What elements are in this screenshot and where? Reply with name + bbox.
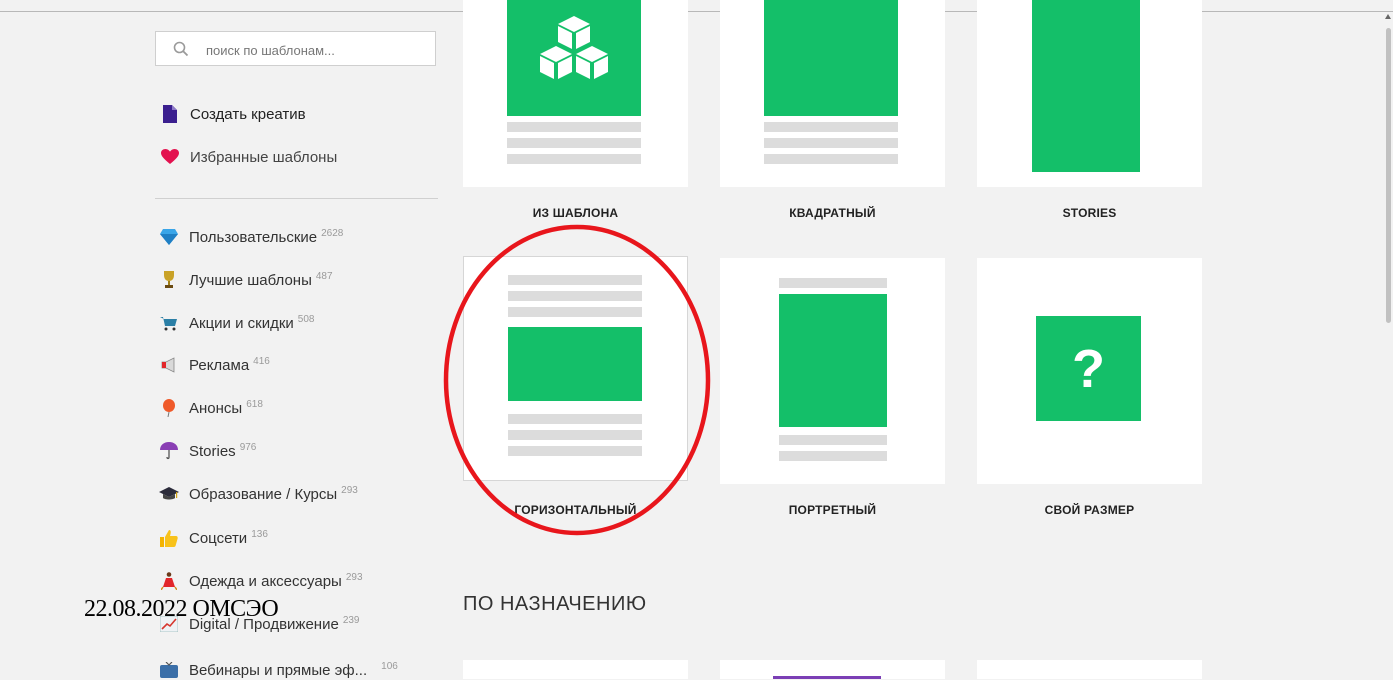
balloon-icon	[158, 398, 180, 418]
card-preview-block	[764, 0, 898, 116]
favorite-templates-link[interactable]: Избранные шаблоны	[160, 147, 337, 167]
tv-icon	[158, 660, 180, 680]
format-label-custom-size[interactable]: СВОЙ РАЗМЕР	[977, 503, 1202, 517]
megaphone-icon	[158, 355, 180, 375]
umbrella-icon	[158, 441, 180, 461]
category-ads[interactable]: Реклама 416	[158, 355, 270, 375]
card-text-line	[507, 122, 641, 132]
category-sales[interactable]: Акции и скидки 508	[158, 313, 314, 333]
format-card-portrait[interactable]	[720, 258, 945, 484]
card-text-line	[764, 154, 898, 164]
purpose-card[interactable]	[720, 660, 945, 679]
create-creative-label: Создать креатив	[190, 105, 306, 123]
thumbs-up-icon	[158, 528, 180, 548]
category-announcements[interactable]: Анонсы 618	[158, 398, 263, 418]
card-text-line	[507, 138, 641, 148]
highlight-ellipse	[443, 224, 711, 536]
card-text-line	[779, 451, 887, 461]
format-label-portrait[interactable]: ПОРТРЕТНЫЙ	[720, 503, 945, 517]
cart-icon	[158, 313, 180, 333]
purpose-card[interactable]	[977, 660, 1202, 679]
search-icon	[173, 41, 189, 57]
category-stories[interactable]: Stories 976	[158, 441, 256, 461]
card-preview-block	[779, 294, 887, 427]
scroll-up-arrow[interactable]	[1385, 14, 1391, 19]
section-title: ПО НАЗНАЧЕНИЮ	[463, 593, 647, 615]
format-card-from-template[interactable]	[463, 0, 688, 187]
favorite-templates-label: Избранные шаблоны	[190, 148, 338, 166]
category-best[interactable]: Лучшие шаблоны 487	[158, 270, 333, 290]
category-social[interactable]: Соцсети 136	[158, 528, 268, 548]
graduation-cap-icon	[158, 484, 180, 504]
cubes-icon	[540, 16, 608, 79]
create-creative-link[interactable]: Создать креатив	[160, 104, 306, 124]
question-symbol: ?	[1072, 338, 1105, 399]
category-webinars[interactable]: Вебинары и прямые эф... 106	[158, 660, 398, 680]
format-card-stories[interactable]	[977, 0, 1202, 187]
diamond-icon	[158, 227, 180, 247]
heart-icon	[160, 147, 180, 167]
template-search[interactable]	[155, 31, 436, 66]
purpose-card[interactable]	[463, 660, 688, 679]
document-icon	[160, 104, 180, 124]
card-text-line	[764, 122, 898, 132]
dancer-icon	[158, 571, 180, 591]
card-text-line	[764, 138, 898, 148]
sidebar-divider	[155, 198, 438, 199]
category-custom[interactable]: Пользовательские 2628	[158, 227, 343, 247]
format-card-square[interactable]	[720, 0, 945, 187]
search-input[interactable]	[204, 38, 428, 62]
trophy-icon	[158, 270, 180, 290]
card-text-line	[507, 154, 641, 164]
card-preview-block	[1032, 0, 1140, 172]
format-label-from-template[interactable]: ИЗ ШАБЛОНА	[463, 206, 688, 220]
card-text-line	[779, 278, 887, 288]
card-text-line	[779, 435, 887, 445]
date-stamp: 22.08.2022 ОМСЭО	[84, 596, 279, 622]
scrollbar-thumb[interactable]	[1386, 28, 1391, 323]
question-icon: ?	[1036, 316, 1141, 421]
category-education[interactable]: Образование / Курсы 293	[158, 484, 358, 504]
category-clothing[interactable]: Одежда и аксессуары 293	[158, 571, 363, 591]
format-label-stories[interactable]: STORIES	[977, 206, 1202, 220]
format-label-square[interactable]: КВАДРАТНЫЙ	[720, 206, 945, 220]
format-card-custom-size[interactable]: ?	[977, 258, 1202, 484]
